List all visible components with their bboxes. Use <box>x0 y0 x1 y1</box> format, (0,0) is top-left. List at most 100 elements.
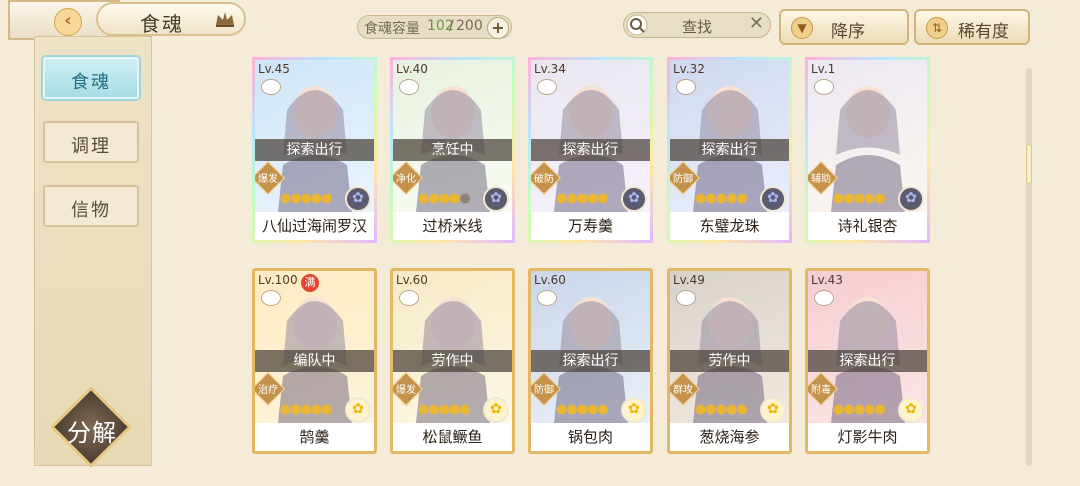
card-name: 过桥米线 <box>393 212 512 240</box>
star-rating: ●●●●● <box>418 402 471 418</box>
character-card[interactable]: Lv.60 探索出行 防御 ●●●●● ✿ 锅包肉 <box>528 268 653 454</box>
character-card[interactable]: Lv.40 烹饪中 净化 ●●●●● ✿ 过桥米线 <box>390 57 515 243</box>
top-bar: ‹ 食魂 食魂容量 102 / 200 + 查找 ✕ ▼ 降序 ⇅ 稀有度 <box>0 0 1080 48</box>
star-icon: ● <box>566 191 577 206</box>
star-icon: ● <box>853 191 865 206</box>
card-name: 松鼠鳜鱼 <box>393 423 512 451</box>
speech-bubble-icon <box>814 79 834 95</box>
star-icon: ● <box>833 402 844 417</box>
page-title: 食魂 <box>140 12 184 36</box>
star-icon: ● <box>695 191 706 206</box>
star-rating: ●●●●● <box>556 402 609 418</box>
sidebar-item-label: 信物 <box>71 200 111 221</box>
star-icon: ● <box>864 402 875 417</box>
star-rating: ●●●●● <box>280 402 333 418</box>
flower-icon: ✿ <box>621 186 647 212</box>
star-icon: ● <box>459 191 470 206</box>
star-icon: ● <box>736 402 747 417</box>
card-status: 探索出行 <box>531 350 650 372</box>
capacity-label: 食魂容量 <box>364 21 420 37</box>
character-card[interactable]: Lv.49 劳作中 群攻 ●●●●● ✿ 葱烧海参 <box>667 268 792 454</box>
star-icon: ● <box>418 191 429 206</box>
scrollbar-thumb[interactable] <box>1026 144 1032 184</box>
star-icon: ● <box>864 191 875 206</box>
role-label: 辅助 <box>811 174 831 185</box>
character-card[interactable]: Lv.32 探索出行 防御 ●●●●● ✿ 东璧龙珠 <box>667 57 792 243</box>
character-card[interactable]: Lv.60 劳作中 爆发 ●●●●● ✿ 松鼠鳜鱼 <box>390 268 515 454</box>
star-icon: ● <box>428 191 439 206</box>
character-card[interactable]: Lv.43 探索出行 附毒 ●●●●● ✿ 灯影牛肉 <box>805 268 930 454</box>
star-icon: ● <box>449 402 460 417</box>
capacity-counter: 食魂容量 102 / 200 + <box>357 15 512 39</box>
star-icon: ● <box>874 402 885 417</box>
star-icon: ● <box>428 402 439 417</box>
decompose-button[interactable]: 分解 <box>49 385 134 470</box>
card-level: Lv.32 <box>673 62 705 76</box>
sidebar-item-label: 食魂 <box>71 72 111 93</box>
character-card[interactable]: Lv.34 探索出行 破防 ●●●●● ✿ 万寿羹 <box>528 57 653 243</box>
card-status: 探索出行 <box>531 139 650 161</box>
speech-bubble-icon <box>399 79 419 95</box>
sort-order-button[interactable]: ▼ 降序 <box>779 9 909 45</box>
card-status: 编队中 <box>255 350 374 372</box>
sort-key-button[interactable]: ⇅ 稀有度 <box>914 9 1030 45</box>
card-level: Lv.60 <box>396 273 428 287</box>
star-icon: ● <box>290 402 301 417</box>
role-label: 治疗 <box>258 385 278 396</box>
character-card[interactable]: Lv.1 辅助 ●●●●● ✿ 诗礼银杏 <box>805 57 930 243</box>
card-name: 葱烧海参 <box>670 423 789 451</box>
sidebar-item-souls[interactable]: 食魂 <box>43 57 139 99</box>
star-rating: ●●●●● <box>695 402 748 418</box>
star-icon: ● <box>587 402 598 417</box>
card-status: 探索出行 <box>670 139 789 161</box>
card-status: 探索出行 <box>808 350 927 372</box>
capacity-separator: / <box>449 18 454 34</box>
star-rating: ●●●●● <box>280 191 333 207</box>
star-icon: ● <box>280 191 291 206</box>
clear-search-icon[interactable]: ✕ <box>749 13 764 34</box>
chevron-left-icon: ‹ <box>54 8 82 36</box>
character-card[interactable]: Lv.45 探索出行 爆发 ●●●●● ✿ 八仙过海闹罗汉 <box>252 57 377 243</box>
flower-icon: ✿ <box>483 397 509 423</box>
search-input[interactable]: 查找 ✕ <box>623 12 771 38</box>
star-icon: ● <box>438 191 450 206</box>
speech-bubble-icon <box>676 79 696 95</box>
star-icon: ● <box>874 191 885 206</box>
add-capacity-button[interactable]: + <box>487 17 509 39</box>
card-level: Lv.49 <box>673 273 705 287</box>
crown-icon <box>216 12 234 27</box>
scrollbar[interactable] <box>1026 68 1032 466</box>
star-icon: ● <box>705 191 716 206</box>
star-icon: ● <box>418 402 429 417</box>
flower-icon: ✿ <box>760 186 786 212</box>
speech-bubble-icon <box>399 290 419 306</box>
card-level: Lv.43 <box>811 273 843 287</box>
sidebar-item-tokens[interactable]: 信物 <box>43 185 139 227</box>
star-icon: ● <box>587 191 598 206</box>
star-rating: ●●●●● <box>833 191 886 207</box>
arrow-down-icon: ▼ <box>791 17 813 39</box>
speech-bubble-icon <box>261 79 281 95</box>
speech-bubble-icon <box>676 290 696 306</box>
page-title-tab: 食魂 <box>96 2 246 36</box>
star-icon: ● <box>459 402 470 417</box>
max-level-badge: 满 <box>301 274 319 292</box>
flower-icon: ✿ <box>483 186 509 212</box>
star-icon: ● <box>715 191 727 206</box>
star-icon: ● <box>438 402 450 417</box>
character-card[interactable]: Lv.100 满 编队中 治疗 ●●●●● ✿ 鹄羹 <box>252 268 377 454</box>
star-icon: ● <box>715 402 727 417</box>
star-icon: ● <box>843 191 854 206</box>
star-icon: ● <box>576 191 588 206</box>
sidebar-item-cooking[interactable]: 调理 <box>43 121 139 163</box>
capacity-max: 200 <box>456 18 483 34</box>
role-label: 群攻 <box>673 385 693 396</box>
star-icon: ● <box>300 191 312 206</box>
star-icon: ● <box>556 191 567 206</box>
role-label: 防御 <box>534 385 554 396</box>
star-icon: ● <box>726 191 737 206</box>
role-label: 破防 <box>534 174 554 185</box>
search-label: 查找 <box>682 18 713 36</box>
flower-icon: ✿ <box>345 397 371 423</box>
star-rating: ●●●●● <box>556 191 609 207</box>
